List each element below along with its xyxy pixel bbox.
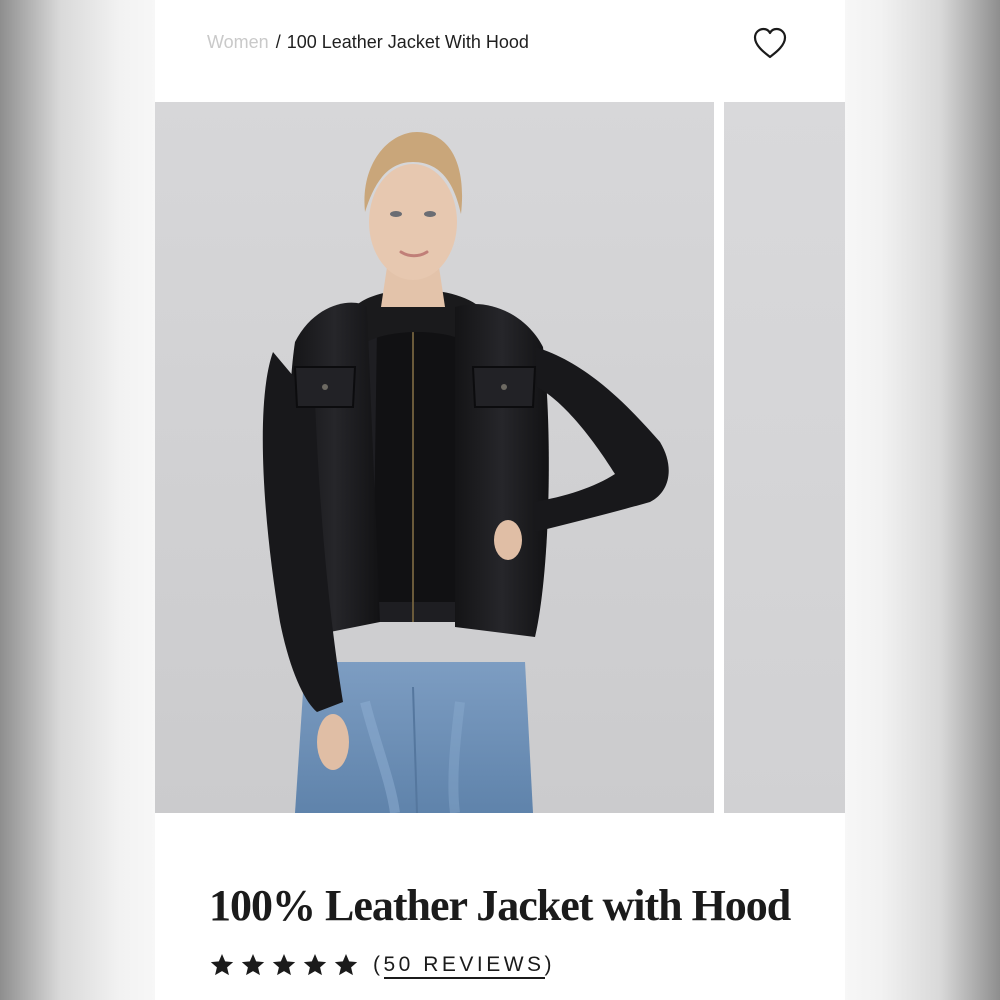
- top-bar: Women / 100 Leather Jacket With Hood: [155, 0, 845, 102]
- star-icon: [334, 953, 358, 976]
- breadcrumb-current: 100 Leather Jacket With Hood: [286, 31, 529, 52]
- star-icon: [210, 953, 234, 976]
- reviews-count-label[interactable]: 50 REVIEWS: [383, 953, 545, 979]
- star-rating: [209, 952, 359, 978]
- reviews-link[interactable]: (50 REVIEWS): [373, 953, 556, 979]
- product-image-main[interactable]: [155, 102, 714, 813]
- product-rating: (50 REVIEWS): [209, 950, 555, 980]
- breadcrumb: Women / 100 Leather Jacket With Hood: [207, 30, 529, 54]
- breadcrumb-separator: /: [275, 31, 281, 52]
- product-page: Women / 100 Leather Jacket With Hood 100…: [155, 0, 845, 1000]
- star-icon: [272, 953, 296, 976]
- reviews-open-paren: (: [373, 953, 384, 976]
- star-icon: [241, 953, 265, 976]
- product-image-next-preview[interactable]: [724, 102, 845, 813]
- breadcrumb-link-women[interactable]: Women: [207, 32, 269, 53]
- star-icon: [303, 953, 327, 976]
- reviews-close-paren: ): [544, 953, 556, 976]
- product-title: 100% Leather Jacket with Hood: [209, 881, 791, 930]
- product-photo: [155, 102, 714, 813]
- product-image-gallery[interactable]: [155, 102, 845, 813]
- heart-outline-icon: [753, 27, 787, 59]
- wishlist-button[interactable]: [751, 24, 789, 62]
